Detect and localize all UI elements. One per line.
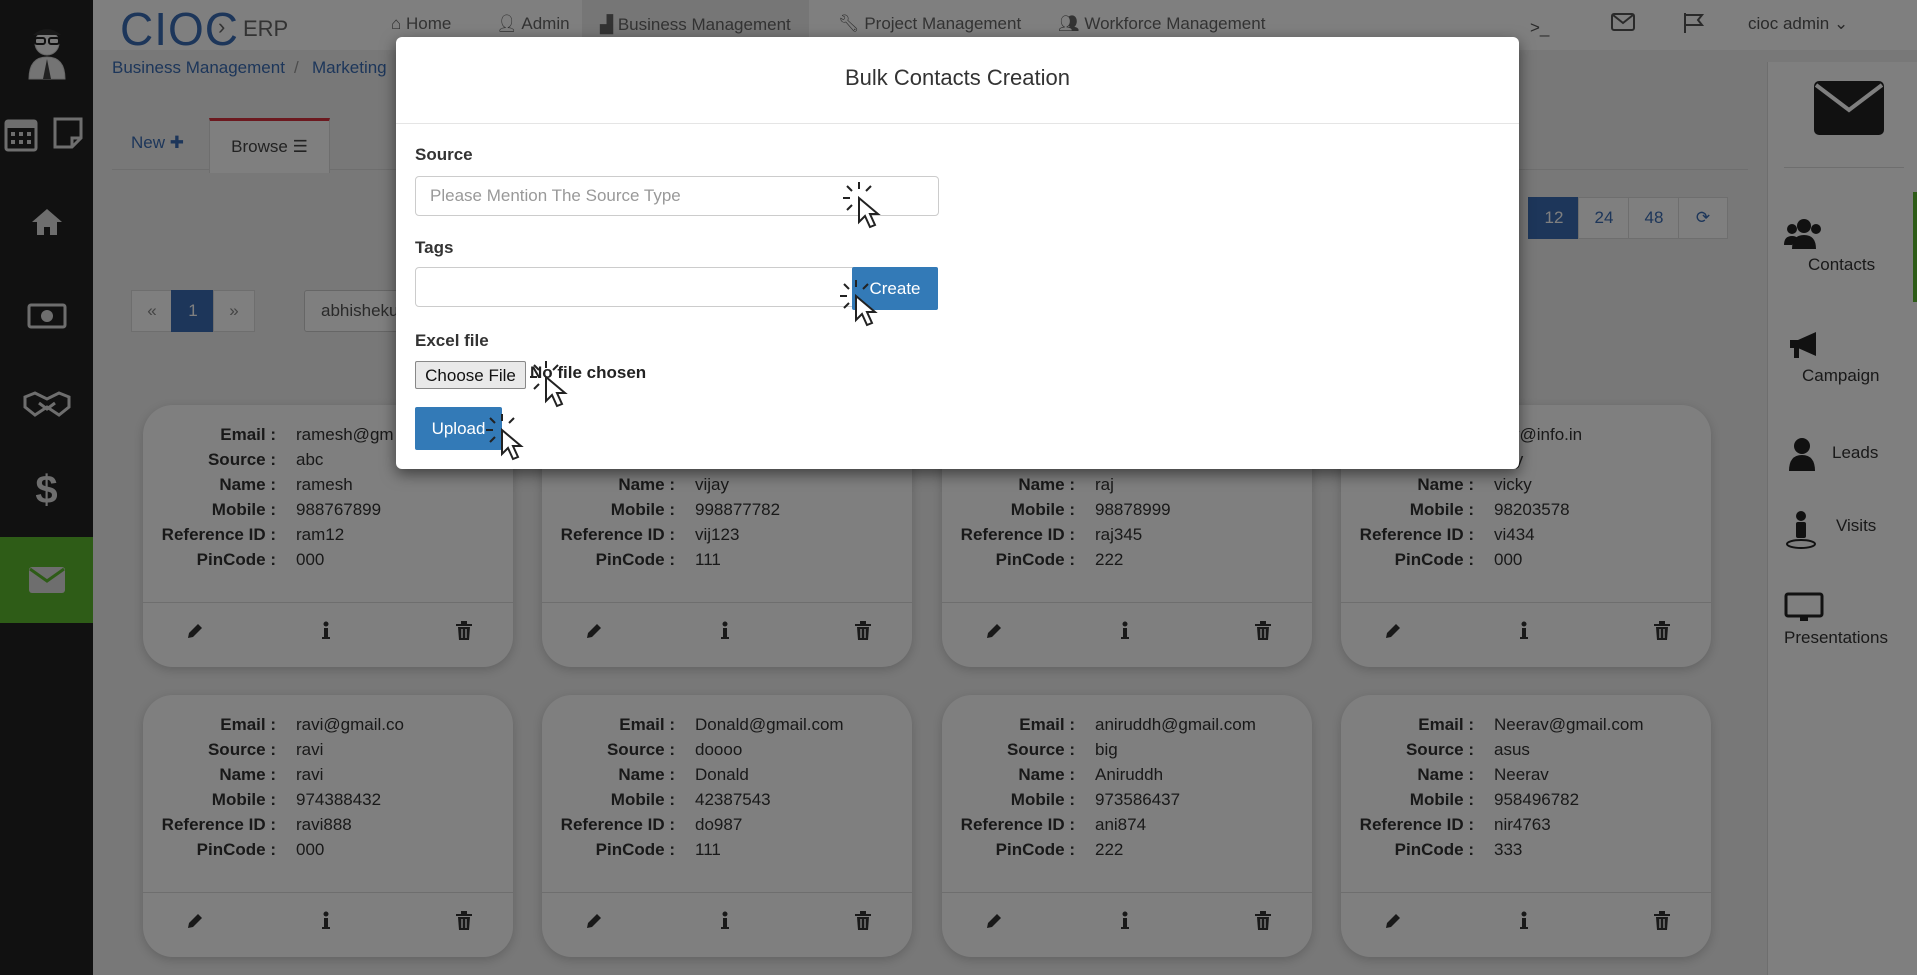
tags-input[interactable]	[415, 267, 856, 307]
tags-label: Tags	[415, 238, 454, 257]
excel-file-label: Excel file	[415, 331, 489, 350]
modal-header-divider	[396, 123, 1519, 124]
cursor-icon	[486, 414, 524, 461]
cursor-icon	[843, 182, 881, 229]
cursor-icon	[530, 361, 568, 408]
choose-file-button[interactable]: Choose File	[415, 361, 526, 389]
modal-title: Bulk Contacts Creation	[845, 65, 1070, 90]
source-label: Source	[415, 145, 473, 164]
bulk-contacts-modal: Bulk Contacts Creation Source Please Men…	[396, 37, 1519, 469]
cursor-icon	[840, 280, 878, 327]
